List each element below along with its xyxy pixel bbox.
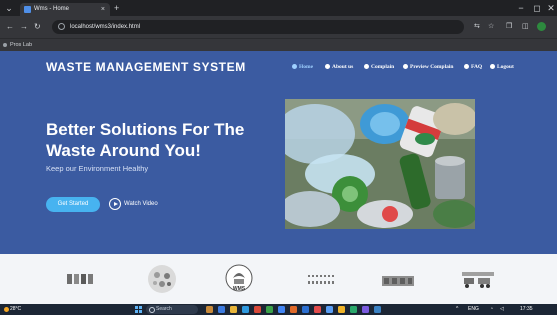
- document-icon: [364, 64, 369, 70]
- close-window-button[interactable]: ✕: [546, 3, 556, 13]
- play-icon: [109, 198, 121, 210]
- site-brand[interactable]: WASTE MANAGEMENT SYSTEM: [46, 60, 246, 74]
- watch-video-label: Watch Video: [124, 201, 158, 207]
- address-bar: ← → ↻ localhost/wms3/index.html ⇆ ☆ ❒ ◫: [0, 16, 557, 38]
- app-icon-5[interactable]: [326, 306, 333, 313]
- svg-text:WMS: WMS: [233, 286, 246, 292]
- question-icon: [464, 64, 469, 70]
- bookmark-star-icon[interactable]: ☆: [488, 22, 494, 32]
- building-logo: [380, 264, 416, 294]
- site-info-icon[interactable]: [58, 23, 65, 30]
- bins-logo: [64, 264, 98, 294]
- tab-close-icon[interactable]: ×: [101, 4, 105, 15]
- browser-tab[interactable]: Wms - Home ×: [20, 3, 110, 16]
- tab-search-icon[interactable]: ⌄: [4, 3, 14, 13]
- nav-item-logout[interactable]: Logout: [490, 62, 514, 72]
- tab-title: Wms - Home: [34, 6, 69, 12]
- hero-tagline: Keep our Environment Healthy: [46, 164, 149, 173]
- taskbar-search-label: Search: [156, 306, 172, 312]
- forward-icon[interactable]: →: [20, 22, 28, 32]
- app-icon-1[interactable]: [254, 306, 261, 313]
- nav-item-complain[interactable]: Complain: [364, 62, 394, 72]
- tab-strip-icon[interactable]: ◫: [522, 22, 529, 32]
- back-icon[interactable]: ←: [6, 22, 14, 32]
- hero-section: WASTE MANAGEMENT SYSTEM Home About us Co…: [0, 51, 557, 254]
- start-button[interactable]: [135, 306, 142, 313]
- favicon-icon: [24, 6, 31, 13]
- app-icon-4[interactable]: [314, 306, 321, 313]
- folder-icon[interactable]: [230, 306, 237, 313]
- home-icon: [292, 64, 297, 70]
- partners-strip: WMS: [0, 254, 557, 304]
- maximize-button[interactable]: ◻: [532, 3, 542, 13]
- tray-overflow-icon[interactable]: ^: [456, 305, 458, 314]
- language-indicator[interactable]: ENG: [468, 305, 479, 314]
- vscode-icon[interactable]: [302, 306, 309, 313]
- wifi-icon[interactable]: ◔: [490, 305, 493, 314]
- search-icon: [149, 307, 155, 313]
- new-tab-button[interactable]: +: [114, 3, 119, 13]
- recyclables-illustration: [285, 99, 475, 229]
- bookmark-item[interactable]: Pros Lab: [10, 40, 32, 50]
- nav-item-about[interactable]: About us: [325, 62, 353, 72]
- profile-avatar[interactable]: [537, 22, 546, 31]
- info-icon: [325, 64, 330, 70]
- task-view-icon[interactable]: [206, 306, 213, 313]
- nav-item-preview-complain[interactable]: Preview Complain: [403, 62, 453, 72]
- extensions-icon[interactable]: ❒: [506, 22, 512, 32]
- app-icon-8[interactable]: [362, 306, 369, 313]
- windows-taskbar: 28°C Search ^ ENG ◔ ◁ 17:35: [0, 304, 557, 315]
- chrome-icon[interactable]: [278, 306, 285, 313]
- app-icon-3[interactable]: [290, 306, 297, 313]
- hero-headline: Better Solutions For The Waste Around Yo…: [46, 120, 245, 160]
- weather-widget[interactable]: 28°C: [10, 305, 21, 314]
- edit-icon: [403, 64, 408, 70]
- clock[interactable]: 17:35: [520, 305, 533, 314]
- volume-icon[interactable]: ◁: [500, 305, 504, 314]
- translate-icon[interactable]: ⇆: [474, 22, 480, 32]
- reload-icon[interactable]: ↻: [34, 22, 41, 32]
- file-explorer-icon[interactable]: [218, 306, 225, 313]
- app-icon-7[interactable]: [350, 306, 357, 313]
- taskbar-search[interactable]: Search: [146, 305, 198, 314]
- bookmarks-bar: Pros Lab: [0, 38, 557, 51]
- hero-waste-image: [285, 99, 475, 229]
- browser-tab-bar: ⌄ Wms - Home × + − ◻ ✕: [0, 0, 557, 16]
- recycle-collage-logo: [145, 264, 179, 294]
- nav-item-faq[interactable]: FAQ: [464, 62, 482, 72]
- wms-logo: WMS: [224, 264, 254, 294]
- logout-icon: [490, 64, 495, 70]
- dotted-logo: [305, 264, 339, 294]
- nav-item-home[interactable]: Home: [292, 62, 313, 72]
- weather-icon: [4, 307, 9, 312]
- app-icon-6[interactable]: [338, 306, 345, 313]
- minimize-button[interactable]: −: [516, 3, 526, 13]
- bookmark-favicon-icon: [3, 43, 7, 47]
- app-icon-2[interactable]: [266, 306, 273, 313]
- url-text: localhost/wms3/index.html: [70, 24, 141, 30]
- trucks-logo: [460, 264, 496, 294]
- edge-icon[interactable]: [242, 306, 249, 313]
- url-input[interactable]: localhost/wms3/index.html: [52, 20, 464, 34]
- get-started-button[interactable]: Get Started: [46, 197, 100, 212]
- app-icon-9[interactable]: [374, 306, 381, 313]
